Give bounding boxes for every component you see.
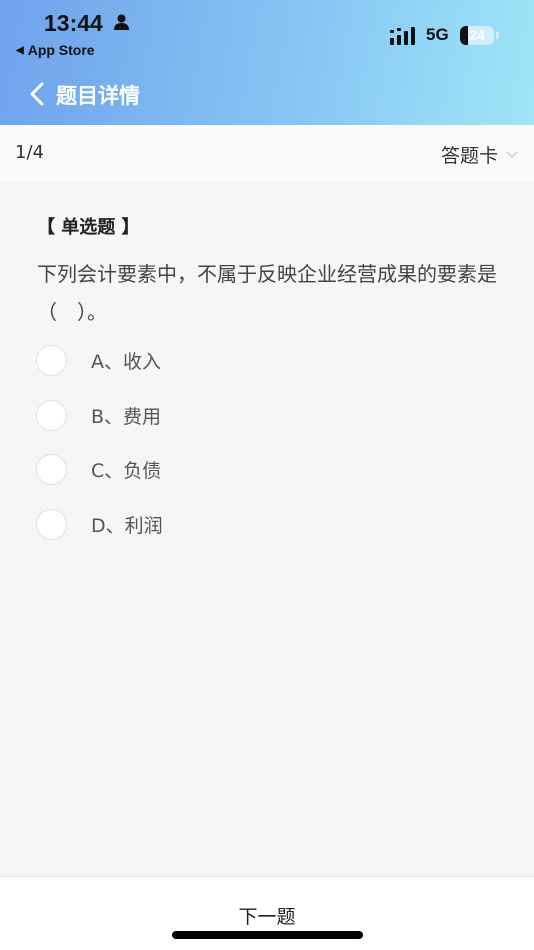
question-progress-bar: 1/4 答题卡: [0, 125, 534, 183]
answer-card-button[interactable]: 答题卡: [441, 141, 518, 168]
status-time: 13:44: [44, 10, 103, 36]
person-icon: [114, 14, 129, 30]
signal-icon: [390, 27, 415, 45]
back-to-app-store[interactable]: ◀ App Store: [16, 42, 95, 58]
option-label: D、利润: [91, 514, 163, 537]
radio-circle-icon[interactable]: [36, 344, 67, 376]
option-a[interactable]: A、收入: [36, 343, 476, 377]
next-question-button[interactable]: 下一题: [0, 877, 534, 950]
option-label: C、负债: [91, 459, 162, 482]
answer-card-label: 答题卡: [440, 145, 498, 167]
battery-level: 24: [469, 27, 485, 43]
home-indicator[interactable]: [172, 931, 363, 939]
back-triangle-icon: ◀: [16, 44, 24, 56]
radio-circle-icon[interactable]: [36, 453, 67, 485]
battery-tip: [496, 32, 499, 39]
battery-icon: 24: [460, 26, 494, 45]
radio-circle-icon[interactable]: [36, 399, 67, 431]
radio-circle-icon[interactable]: [36, 508, 67, 540]
chevron-left-icon: [30, 82, 44, 106]
option-c[interactable]: C、负债: [36, 452, 476, 486]
chevron-down-icon: [506, 150, 518, 158]
page-title: 题目详情: [56, 84, 140, 108]
question-progress: 1/4: [15, 142, 44, 163]
back-app-label: App Store: [27, 42, 95, 58]
header: 13:44 ◀ App Store 5G 24 题目详情: [0, 0, 534, 125]
network-type: 5G: [426, 25, 449, 44]
option-b[interactable]: B、费用: [36, 398, 476, 432]
option-d[interactable]: D、利润: [36, 507, 476, 541]
back-button[interactable]: [26, 79, 48, 109]
option-label: B、费用: [91, 405, 162, 428]
question-type: 【 单选题 】: [37, 217, 140, 238]
question-text: 下列会计要素中，不属于反映企业经营成果的要素是（ ）。: [37, 262, 497, 324]
option-label: A、收入: [91, 350, 161, 373]
